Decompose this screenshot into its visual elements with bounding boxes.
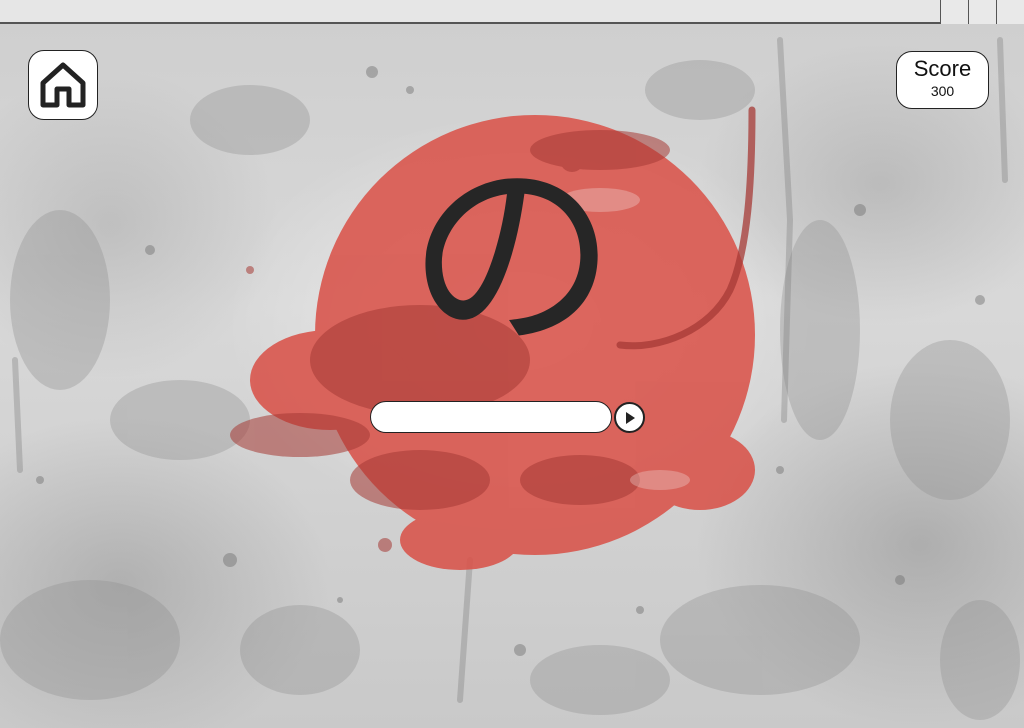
score-label: Score bbox=[913, 56, 972, 81]
kana-character: の bbox=[406, 134, 617, 379]
submit-button[interactable] bbox=[614, 402, 645, 433]
home-button[interactable] bbox=[28, 50, 98, 120]
window-titlebar bbox=[0, 0, 1024, 24]
window-minimize-button[interactable] bbox=[940, 0, 968, 24]
window-close-button[interactable] bbox=[996, 0, 1024, 24]
score-display: Score 300 bbox=[896, 51, 989, 109]
home-icon bbox=[40, 62, 86, 108]
score-value: 300 bbox=[930, 83, 955, 99]
answer-input[interactable] bbox=[370, 401, 612, 433]
play-icon bbox=[625, 411, 635, 424]
window-maximize-button[interactable] bbox=[968, 0, 996, 24]
